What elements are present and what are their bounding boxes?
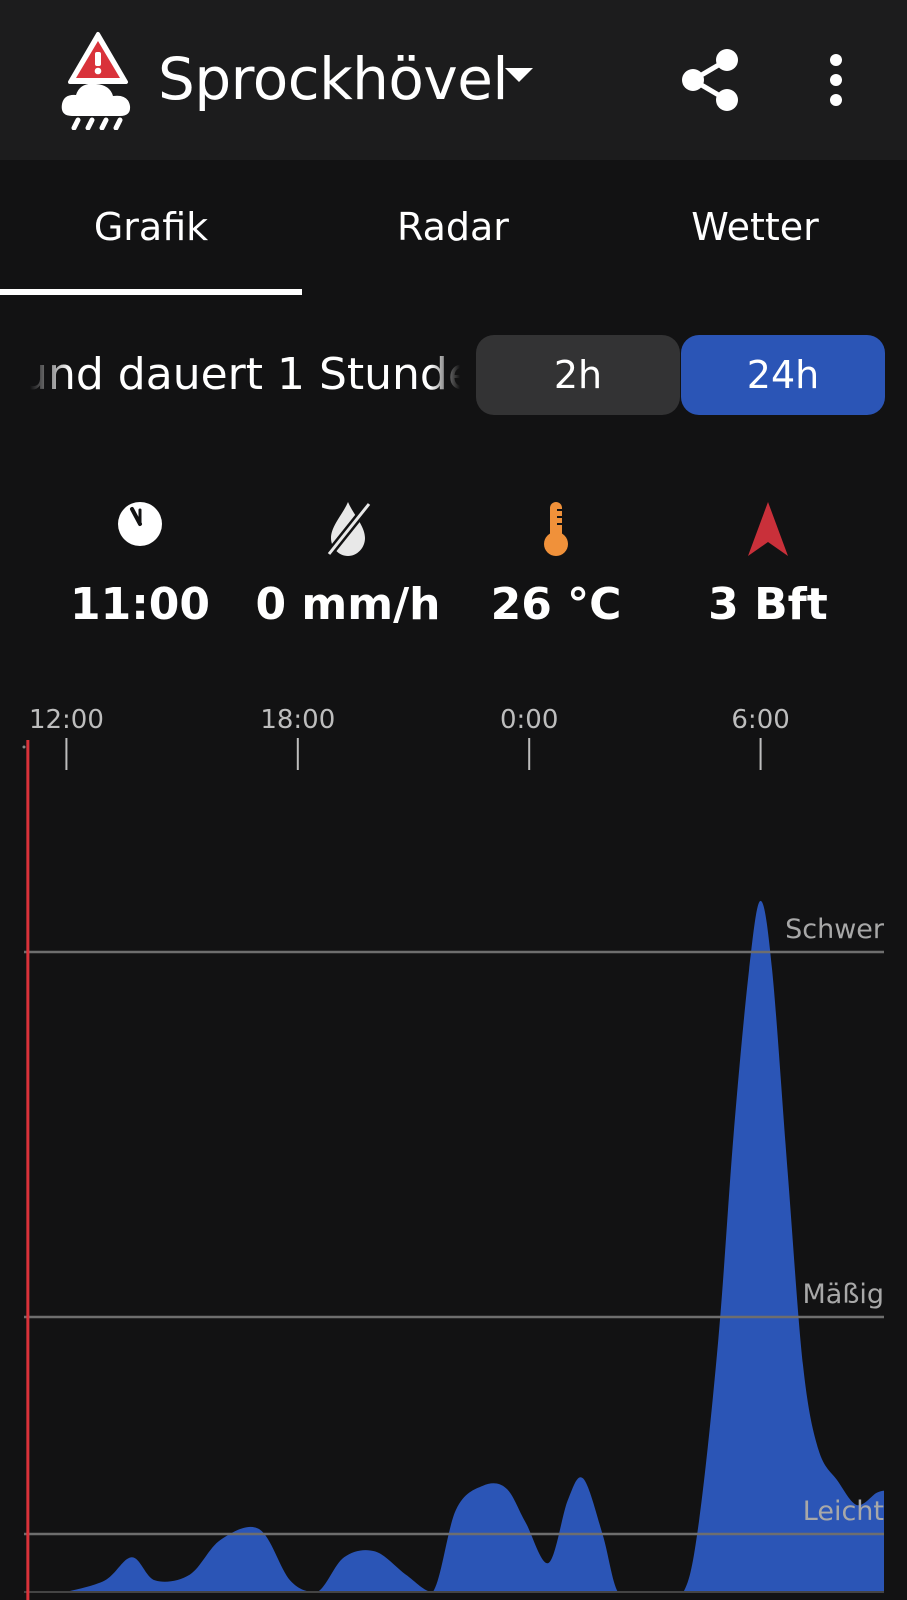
location-title[interactable]: Sprockhövel [158,40,509,118]
x-tick-label: 12:00 [29,705,104,735]
no-rain-drop-icon [325,501,373,557]
location-dropdown-icon[interactable] [505,68,533,82]
stat-temperature-value: 26 °C [490,579,622,630]
stat-time-value: 11:00 [69,579,211,630]
clock-icon [118,502,162,546]
stat-precipitation-value: 0 mm/h [255,579,441,630]
forecast-ticker: Regen beginnt in 10 Minuten und dauert 1… [30,335,460,415]
tab-wetter[interactable]: Wetter [604,160,906,295]
forecast-ticker-text: Regen beginnt in 10 Minuten und dauert 1… [30,349,460,400]
precipitation-area [66,900,885,1592]
rain-cloud-warning-icon [61,32,131,130]
chart-origin-dot [22,745,26,749]
tab-grafik[interactable]: Grafik [0,160,302,295]
active-tab-indicator [0,289,302,295]
share-icon[interactable] [680,48,742,112]
more-vert-icon[interactable] [820,52,852,108]
stat-time: 11:00 [40,500,240,640]
range-24h-button[interactable]: 24h [681,335,885,415]
precipitation-chart: 12:00 18:00 0:00 6:00 Leicht Mäßig Schwer [22,705,885,1600]
tab-bar: Grafik Radar Wetter [0,160,907,295]
stat-temperature: 26 °C [456,500,656,640]
ticker-fade-right [430,335,460,415]
level-label: Schwer [785,914,885,945]
range-2h-button[interactable]: 2h [476,335,680,415]
tab-radar[interactable]: Radar [302,160,604,295]
x-tick-label: 0:00 [500,705,558,735]
x-tick-label: 18:00 [260,705,335,735]
app-bar: Sprockhövel [0,0,907,160]
stat-precipitation: 0 mm/h [248,500,448,640]
stat-wind-value: 3 Bft [708,579,828,630]
stat-wind: 3 Bft [668,500,868,640]
level-label: Mäßig [803,1279,885,1310]
x-tick-label: 6:00 [731,705,789,735]
level-label: Leicht [803,1496,884,1527]
wind-direction-arrow-icon [748,502,788,556]
thermometer-icon [544,502,568,556]
ticker-fade-left [30,335,70,415]
